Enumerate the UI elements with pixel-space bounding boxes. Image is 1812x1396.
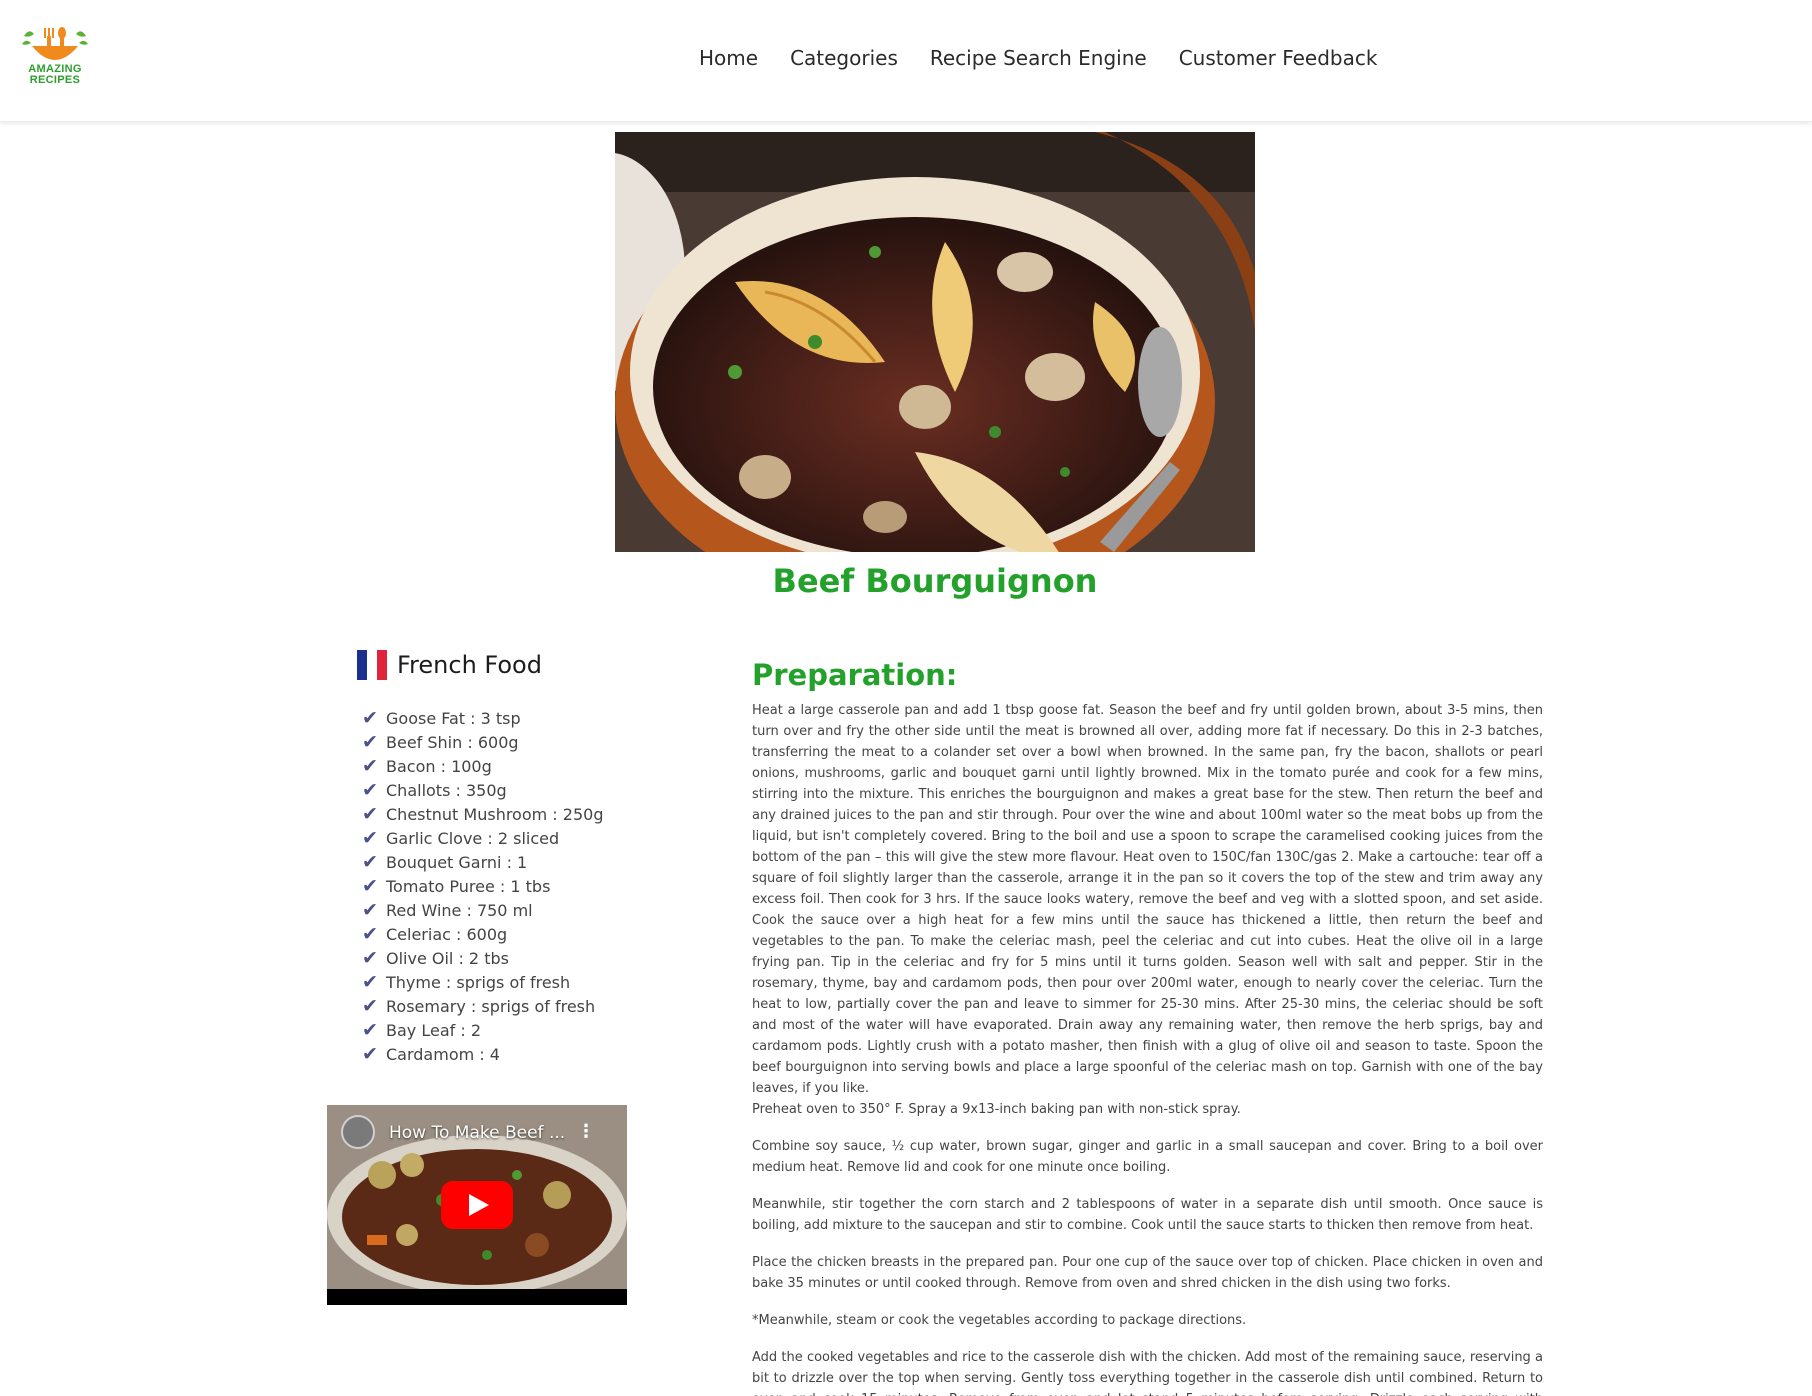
checkmark-icon: ✔ [362,850,378,873]
prep-paragraph: *Meanwhile, steam or cook the vegetables… [752,1313,1247,1328]
checkmark-icon: ✔ [362,754,378,777]
checkmark-icon: ✔ [362,826,378,849]
main-nav: Home Categories Recipe Search Engine Cus… [699,46,1377,70]
prep-paragraph: Place the chicken breasts in the prepare… [752,1255,1543,1291]
checkmark-icon: ✔ [362,1042,378,1065]
preparation-heading: Preparation: [752,658,958,692]
ingredient-item: ✔ Garlic Clove : 2 sliced [362,826,560,849]
checkmark-icon: ✔ [362,946,378,969]
france-flag-icon [357,650,387,680]
checkmark-icon: ✔ [362,874,378,897]
nav-recipe-search-engine[interactable]: Recipe Search Engine [930,46,1147,70]
video-title[interactable]: How To Make Beef ... [389,1123,565,1143]
ingredient-item: ✔ Bay Leaf : 2 [362,1018,481,1041]
checkmark-icon: ✔ [362,730,378,753]
channel-avatar[interactable] [341,1115,375,1149]
youtube-video-embed[interactable]: How To Make Beef ... ⋮ [327,1105,627,1305]
checkmark-icon: ✔ [362,994,378,1017]
checkmark-icon: ✔ [362,1018,378,1041]
cuisine-heading: French Food [357,650,542,680]
play-button-icon[interactable] [441,1181,513,1229]
ingredient-item: ✔ Celeriac : 600g [362,922,508,945]
prep-paragraph: Add the cooked vegetables and rice to th… [752,1350,1543,1396]
ingredient-item: ✔ Cardamom : 4 [362,1042,500,1065]
ingredient-item: ✔ Chestnut Mushroom : 250g [362,802,604,825]
checkmark-icon: ✔ [362,970,378,993]
checkmark-icon: ✔ [362,802,378,825]
recipe-hero-image [615,132,1255,552]
nav-categories[interactable]: Categories [790,46,898,70]
ingredient-item: ✔ Tomato Puree : 1 tbs [362,874,551,897]
logo-text: AMAZING RECIPES [28,63,82,86]
recipe-title: Beef Bourguignon [772,562,1098,600]
preparation-text: Heat a large casserole pan and add 1 tbs… [752,700,1543,1396]
nav-home[interactable]: Home [699,46,758,70]
ingredient-item: ✔ Goose Fat : 3 tsp [362,706,521,729]
ingredient-item: ✔ Red Wine : 750 ml [362,898,533,921]
prep-paragraph: Meanwhile, stir together the corn starch… [752,1197,1543,1233]
ingredient-item: ✔ Challots : 350g [362,778,507,801]
nav-customer-feedback[interactable]: Customer Feedback [1179,46,1378,70]
prep-paragraph: Preheat oven to 350° F. Spray a 9x13-inc… [752,1102,1241,1117]
prep-paragraph: Heat a large casserole pan and add 1 tbs… [752,703,1543,1096]
checkmark-icon: ✔ [362,706,378,729]
navbar: AMAZING RECIPES Home Categories Recipe S… [0,0,1812,122]
ingredient-item: ✔ Beef Shin : 600g [362,730,519,753]
ingredient-item: ✔ Rosemary : sprigs of fresh [362,994,596,1017]
ingredient-list: ✔ Goose Fat : 3 tsp ✔ Beef Shin : 600g ✔ Ba… [362,706,603,1066]
checkmark-icon: ✔ [362,898,378,921]
ingredient-item: ✔ Olive Oil : 2 tbs [362,946,509,969]
more-options-icon[interactable]: ⋮ [577,1121,595,1142]
checkmark-icon: ✔ [362,922,378,945]
site-logo[interactable]: AMAZING RECIPES [18,24,92,90]
ingredient-item: ✔ Thyme : sprigs of fresh [362,970,571,993]
cuisine-name: French Food [397,651,542,679]
beef-stew-photo [615,132,1255,552]
prep-paragraph: Combine soy sauce, ½ cup water, brown su… [752,1139,1543,1175]
ingredient-item: ✔ Bacon : 100g [362,754,492,777]
ingredient-item: ✔ Bouquet Garni : 1 [362,850,528,873]
checkmark-icon: ✔ [362,778,378,801]
logo-bowl-icon [22,27,88,60]
